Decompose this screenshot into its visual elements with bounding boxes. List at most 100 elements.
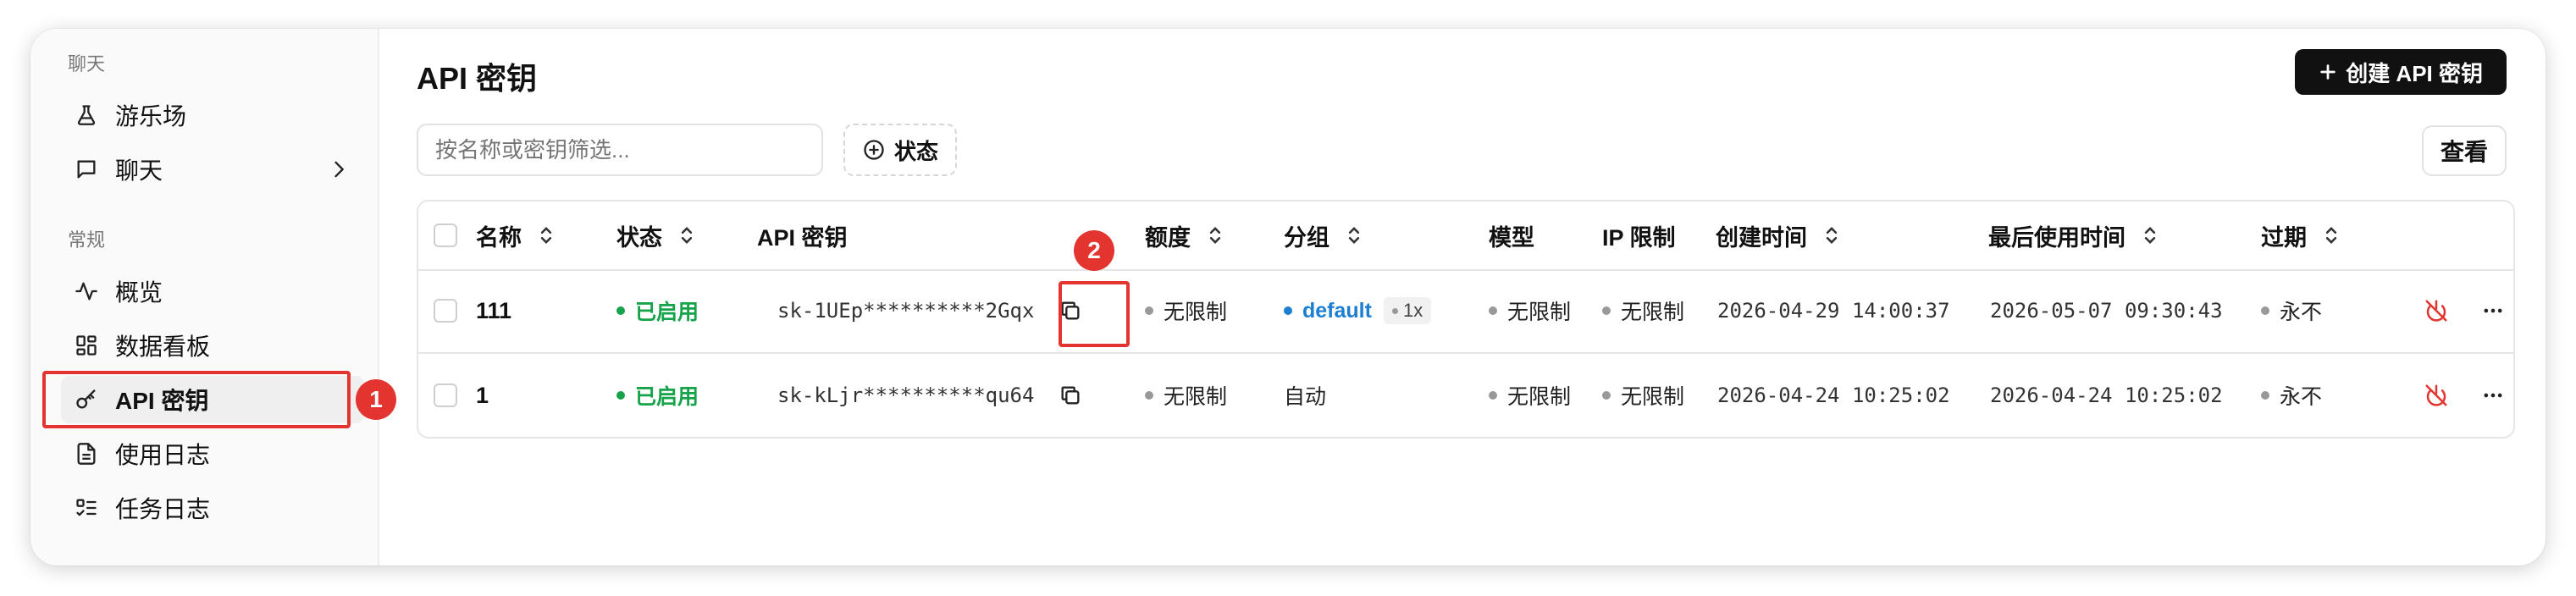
api-keys-table: 名称 状态 API 密钥 额度 分组 模型 IP 限制 创建时间 最后使用时间 …	[417, 200, 2515, 439]
expires-cell: 永不	[2261, 354, 2322, 437]
models-label: 无限制	[1507, 301, 1572, 324]
last-used-time: 2026-05-07 09:30:43	[1990, 299, 2223, 323]
more-horizontal-icon	[2484, 393, 2502, 398]
copy-key-button[interactable]	[1059, 354, 1082, 437]
select-all-checkbox[interactable]	[434, 224, 457, 247]
row-checkbox[interactable]	[434, 299, 457, 323]
column-header-group[interactable]: 分组	[1284, 201, 1363, 269]
table-row: 1 已启用 sk-kLjr**********qu64 无限制 自动 无限制 无…	[418, 354, 2513, 437]
annotation-badge-2: 2	[1074, 230, 1114, 271]
status-dot	[1489, 391, 1497, 400]
status-filter-button[interactable]: 状态	[843, 124, 957, 176]
sidebar-item-label: 任务日志	[115, 496, 211, 522]
models-cell: 无限制	[1489, 269, 1571, 352]
column-label: 名称	[476, 224, 522, 251]
plus-circle-icon	[864, 140, 884, 160]
disable-key-button[interactable]	[2424, 354, 2449, 437]
power-off-icon	[2425, 384, 2447, 406]
copy-icon	[1061, 386, 1080, 405]
sidebar-section-chat: 聊天	[68, 53, 106, 74]
sidebar-item-label: 概览	[115, 279, 163, 306]
sidebar-item-usage-logs[interactable]: 使用日志	[61, 430, 364, 477]
status-dot	[1145, 391, 1153, 400]
sort-icon	[540, 227, 552, 244]
sidebar-item-task-logs[interactable]: 任务日志	[61, 484, 364, 532]
status-badge: 已启用	[616, 354, 699, 437]
sidebar-item-label: 使用日志	[115, 442, 211, 468]
ip-limit-label: 无限制	[1621, 385, 1685, 409]
status-dot	[1145, 306, 1153, 315]
sort-icon	[1209, 227, 1221, 244]
sidebar-item-overview[interactable]: 概览	[61, 268, 364, 315]
table-header-row: 名称 状态 API 密钥 额度 分组 模型 IP 限制 创建时间 最后使用时间 …	[418, 201, 2513, 271]
create-api-key-button[interactable]: 创建 API 密钥	[2295, 49, 2507, 95]
group-cell: default 1x	[1284, 269, 1432, 352]
disable-key-button[interactable]	[2424, 269, 2449, 352]
sidebar-item-label: 游乐场	[115, 103, 187, 130]
quota-label: 无限制	[1164, 385, 1228, 409]
more-horizontal-icon	[2484, 308, 2502, 313]
sidebar: 聊天 游乐场 聊天 常规 概览 数据看板 API 密钥 使用日志 任务日志	[30, 29, 379, 566]
column-label: API 密钥	[757, 224, 848, 251]
column-header-last-used[interactable]: 最后使用时间	[1988, 201, 2159, 269]
ratio-label: 1x	[1402, 300, 1423, 321]
models-label: 无限制	[1507, 385, 1572, 409]
column-label: 模型	[1489, 224, 1534, 251]
group-label: 自动	[1284, 385, 1327, 409]
quota-cell: 无限制	[1145, 269, 1227, 352]
status-dot	[1391, 307, 1398, 314]
app-window: 聊天 游乐场 聊天 常规 概览 数据看板 API 密钥 使用日志 任务日志 1 …	[30, 29, 2546, 566]
column-label: 最后使用时间	[1988, 224, 2125, 251]
ip-limit-cell: 无限制	[1602, 269, 1684, 352]
group-label: default	[1302, 298, 1372, 323]
row-actions-button[interactable]	[2481, 269, 2505, 352]
create-button-label: 创建 API 密钥	[2346, 60, 2483, 86]
last-used-time: 2026-04-24 10:25:02	[1990, 384, 2223, 407]
column-header-api-key: API 密钥	[757, 201, 848, 269]
sidebar-item-label: 数据看板	[115, 334, 211, 360]
sidebar-item-playground[interactable]: 游乐场	[61, 91, 364, 139]
sidebar-item-dashboard[interactable]: 数据看板	[61, 322, 364, 369]
dashboard-grid-icon	[73, 332, 100, 359]
created-time: 2026-04-29 14:00:37	[1717, 299, 1950, 323]
status-badge: 已启用	[616, 269, 699, 352]
highlight-box-api-keys	[42, 371, 351, 428]
view-button[interactable]: 查看	[2422, 125, 2507, 176]
column-label: 分组	[1284, 224, 1329, 251]
column-label: 状态	[616, 224, 662, 251]
quota-label: 无限制	[1164, 301, 1228, 324]
sort-icon	[2325, 227, 2337, 244]
page-title: API 密钥	[417, 61, 538, 96]
created-time: 2026-04-24 10:25:02	[1717, 384, 1950, 407]
group-ratio-badge: 1x	[1383, 297, 1432, 324]
column-label: 创建时间	[1716, 224, 1807, 251]
status-dot	[2261, 306, 2269, 315]
api-key-masked: sk-1UEp**********2Gqx	[777, 299, 1035, 323]
sidebar-item-chat[interactable]: 聊天	[61, 146, 364, 193]
status-dot	[1602, 391, 1611, 400]
column-header-status[interactable]: 状态	[616, 201, 696, 269]
row-checkbox[interactable]	[434, 384, 457, 407]
flask-icon	[73, 102, 100, 129]
column-header-created[interactable]: 创建时间	[1716, 201, 1841, 269]
column-header-name[interactable]: 名称	[476, 201, 556, 269]
status-label: 已启用	[635, 385, 699, 409]
models-cell: 无限制	[1489, 354, 1571, 437]
api-key-masked: sk-kLjr**********qu64	[777, 384, 1035, 407]
status-dot	[1284, 306, 1292, 315]
activity-icon	[73, 278, 100, 305]
column-header-quota[interactable]: 额度	[1145, 201, 1224, 269]
key-name: 111	[476, 297, 512, 323]
chat-bubble-icon	[73, 156, 100, 183]
table-row: 111 已启用 sk-1UEp**********2Gqx 无限制 defaul…	[418, 269, 2513, 354]
ip-limit-cell: 无限制	[1602, 354, 1684, 437]
search-input[interactable]	[417, 124, 823, 176]
power-off-icon	[2425, 300, 2447, 322]
quota-cell: 无限制	[1145, 354, 1227, 437]
status-dot	[616, 306, 625, 315]
row-actions-button[interactable]	[2481, 354, 2505, 437]
status-dot	[1602, 306, 1611, 315]
chevron-right-icon[interactable]	[327, 157, 351, 181]
column-header-expires[interactable]: 过期	[2261, 201, 2341, 269]
status-dot	[616, 391, 625, 400]
